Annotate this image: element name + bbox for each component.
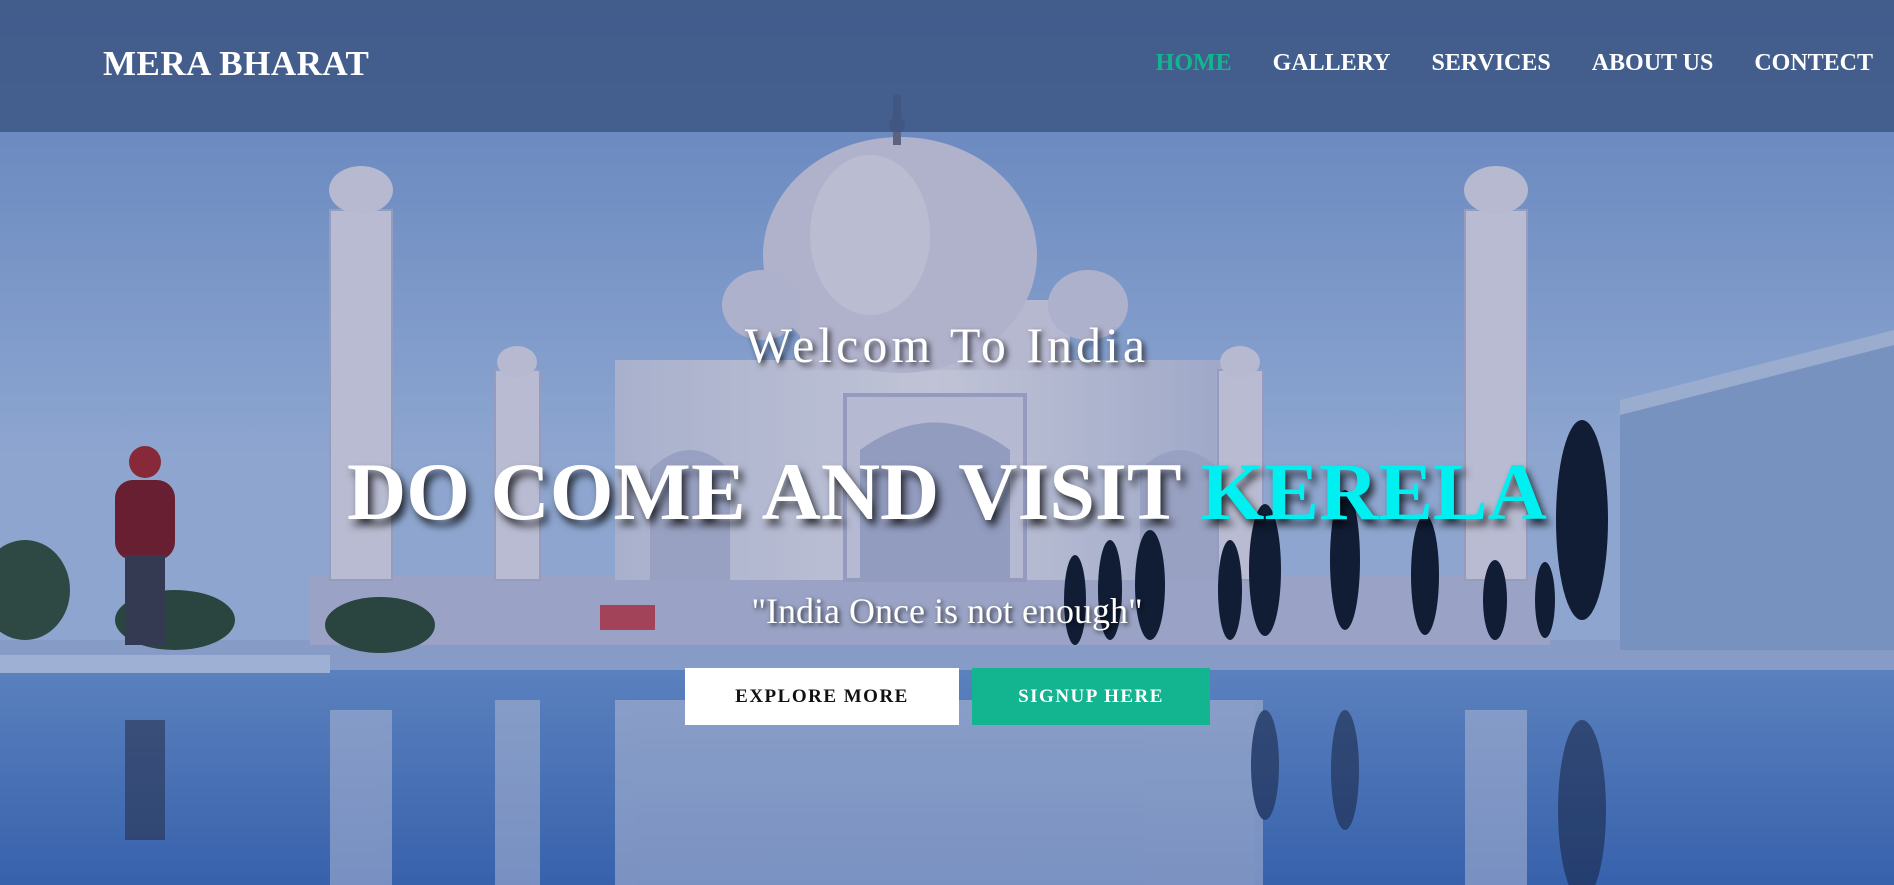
- hero-section: MERA BHARAT HOME GALLERY SERVICES ABOUT …: [0, 0, 1894, 885]
- welcome-heading: Welcom To India: [744, 317, 1150, 373]
- nav-link-contact[interactable]: CONTECT: [1754, 50, 1873, 76]
- nav-link-about-us[interactable]: ABOUT US: [1592, 50, 1714, 76]
- nav-item-gallery: GALLERY: [1273, 50, 1391, 77]
- nav-menu: HOME GALLERY SERVICES ABOUT US CONTECT: [1156, 50, 1873, 77]
- hero-overlay: [0, 0, 1894, 885]
- nav-item-about-us: ABOUT US: [1592, 50, 1714, 77]
- brand-logo[interactable]: MERA BHARAT: [103, 44, 369, 84]
- nav-item-contact: CONTECT: [1754, 50, 1873, 77]
- nav-item-home: HOME: [1156, 50, 1232, 77]
- headline-accent-text: KERELA: [1200, 446, 1547, 537]
- explore-more-button[interactable]: EXPLORE MORE: [685, 668, 959, 725]
- headline-main-text: DO COME AND VISIT: [347, 446, 1201, 537]
- navbar: MERA BHARAT HOME GALLERY SERVICES ABOUT …: [0, 0, 1894, 132]
- nav-item-services: SERVICES: [1432, 50, 1551, 77]
- nav-link-gallery[interactable]: GALLERY: [1273, 50, 1391, 76]
- signup-here-button[interactable]: SIGNUP HERE: [972, 668, 1210, 725]
- nav-link-services[interactable]: SERVICES: [1432, 50, 1551, 76]
- hero-headline: DO COME AND VISIT KERELA: [0, 445, 1894, 539]
- nav-link-home[interactable]: HOME: [1156, 50, 1232, 76]
- hero-tagline: "India Once is not enough": [751, 591, 1143, 631]
